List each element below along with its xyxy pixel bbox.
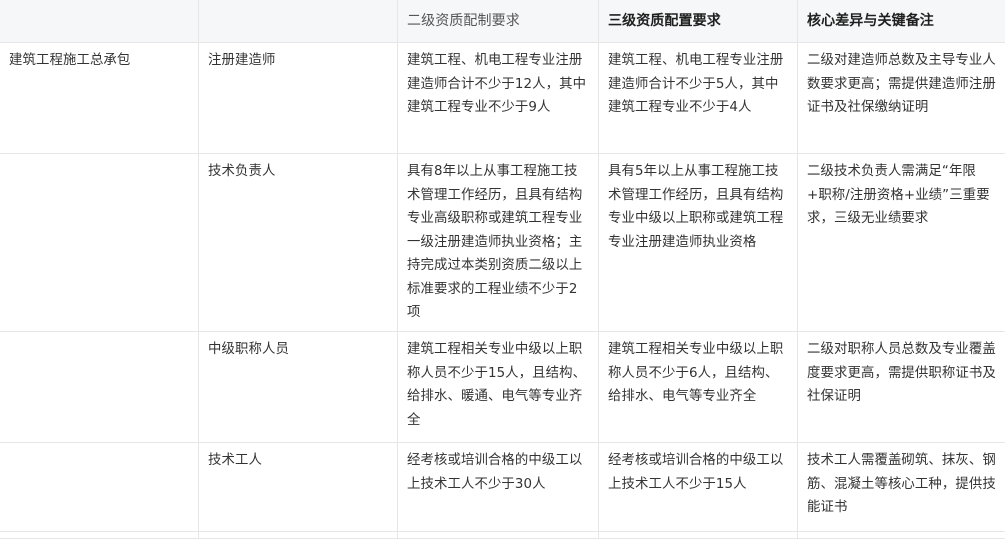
empty-cell <box>599 532 798 538</box>
note-cell: 二级技术负责人需满足“年限+职称/注册资格+业绩”三重要求，三级无业绩要求 <box>807 164 990 226</box>
table-row: 技术工人 经考核或培训合格的中级工以上技术工人不少于30人 经考核或培训合格的中… <box>0 443 1005 532</box>
table-header-row: 二级资质配制要求 三级资质配置要求 核心差异与关键备注 <box>0 0 1005 43</box>
role-cell: 中级职称人员 <box>199 332 398 442</box>
role-cell: 注册建造师 <box>199 43 398 153</box>
level3-cell: 经考核或培训合格的中级工以上技术工人不少于15人 <box>599 443 798 531</box>
category-cell-empty <box>0 443 199 531</box>
level3-cell: 建筑工程相关专业中级以上职称人员不少于6人，且结构、给排水、电气等专业齐全 <box>599 332 798 442</box>
header-cell-level2: 二级资质配制要求 <box>398 0 599 42</box>
table-row: 建筑工程施工总承包 注册建造师 建筑工程、机电工程专业注册建造师合计不少于12人… <box>0 43 1005 154</box>
note-cell: 二级对职称人员总数及专业覆盖度要求更高，需提供职称证书及社保证明 <box>807 342 996 404</box>
empty-cell <box>0 532 199 538</box>
table-row: 中级职称人员 建筑工程相关专业中级以上职称人员不少于15人，且结构、给排水、暖通… <box>0 332 1005 443</box>
level3-cell: 建筑工程、机电工程专业注册建造师合计不少于5人，其中建筑工程专业不少于4人 <box>599 43 798 153</box>
role-cell: 技术负责人 <box>199 154 398 331</box>
category-cell: 建筑工程施工总承包 <box>0 43 199 153</box>
note-cell: 二级对建造师总数及主导专业人数要求更高；需提供建造师注册证书及社保缴纳证明 <box>807 53 996 115</box>
level2-cell: 经考核或培训合格的中级工以上技术工人不少于30人 <box>398 443 599 531</box>
header-cell-note: 核心差异与关键备注 <box>807 13 934 29</box>
header-cell-category <box>0 0 199 42</box>
empty-cell <box>398 532 599 538</box>
level3-cell: 具有5年以上从事工程施工技术管理工作经历，且具有结构专业中级以上职称或建筑工程专… <box>599 154 798 331</box>
table-row: 技术负责人 具有8年以上从事工程施工技术管理工作经历，且具有结构专业高级职称或建… <box>0 154 1005 332</box>
level2-cell: 具有8年以上从事工程施工技术管理工作经历，且具有结构专业高级职称或建筑工程专业一… <box>398 154 599 331</box>
category-cell-empty <box>0 332 199 442</box>
header-cell-role <box>199 0 398 42</box>
header-cell-level3: 三级资质配置要求 <box>599 0 798 42</box>
empty-cell <box>798 532 1005 538</box>
requirements-table: 二级资质配制要求 三级资质配置要求 核心差异与关键备注 建筑工程施工总承包 注册… <box>0 0 1005 539</box>
level2-cell: 建筑工程相关专业中级以上职称人员不少于15人，且结构、给排水、暖通、电气等专业齐… <box>398 332 599 442</box>
empty-cell <box>199 532 398 538</box>
note-cell: 技术工人需覆盖砌筑、抹灰、钢筋、混凝土等核心工种，提供技能证书 <box>807 453 996 515</box>
level2-cell: 建筑工程、机电工程专业注册建造师合计不少于12人，其中建筑工程专业不少于9人 <box>398 43 599 153</box>
role-cell: 技术工人 <box>199 443 398 531</box>
table-row-partial <box>0 532 1005 539</box>
category-cell-empty <box>0 154 199 331</box>
